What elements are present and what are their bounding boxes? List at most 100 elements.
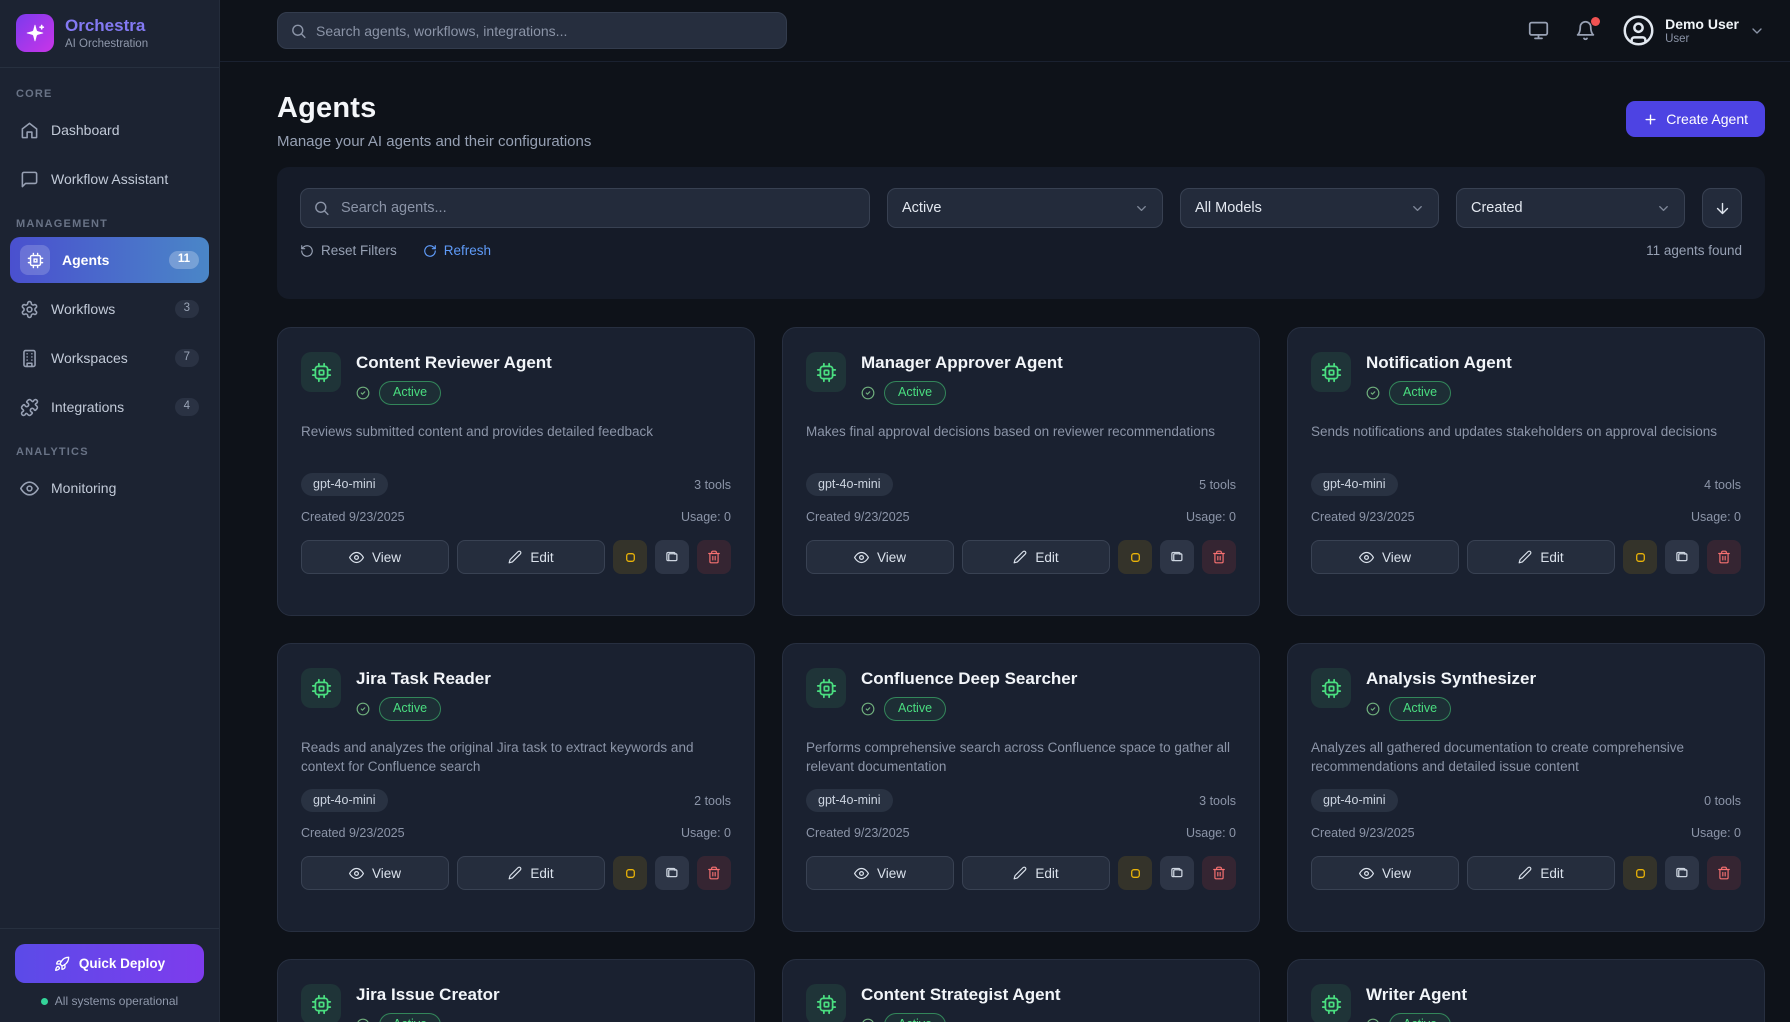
- edit-button[interactable]: Edit: [962, 540, 1110, 574]
- copy-icon: [665, 550, 680, 565]
- created-date: Created 9/23/2025: [806, 826, 910, 840]
- trash-icon: [1717, 866, 1731, 880]
- sidebar-item-agents[interactable]: Agents 11: [10, 237, 209, 283]
- deactivate-button[interactable]: [1623, 540, 1657, 574]
- deactivate-button[interactable]: [613, 856, 647, 890]
- global-search-input[interactable]: [277, 12, 787, 49]
- reset-filters-button[interactable]: Reset Filters: [300, 243, 397, 258]
- delete-button[interactable]: [1707, 540, 1741, 574]
- duplicate-button[interactable]: [1665, 540, 1699, 574]
- sidebar-item-label: Dashboard: [51, 122, 120, 138]
- create-agent-label: Create Agent: [1666, 111, 1748, 127]
- model-filter-select[interactable]: All Models: [1180, 188, 1439, 228]
- pencil-icon: [508, 550, 522, 564]
- pencil-icon: [508, 866, 522, 880]
- agent-name: Jira Task Reader: [356, 668, 491, 690]
- duplicate-button[interactable]: [655, 540, 689, 574]
- topbar: Demo User User: [220, 0, 1790, 62]
- view-button[interactable]: View: [301, 856, 449, 890]
- view-button[interactable]: View: [806, 856, 954, 890]
- agent-cpu-icon: [806, 984, 846, 1022]
- main-area: Demo User User Agents Manage your AI age…: [220, 0, 1790, 1022]
- deactivate-button[interactable]: [1623, 856, 1657, 890]
- status-badge: Active: [884, 1013, 946, 1022]
- rocket-icon: [54, 956, 70, 972]
- edit-button[interactable]: Edit: [1467, 540, 1615, 574]
- created-date: Created 9/23/2025: [1311, 510, 1415, 524]
- delete-button[interactable]: [1707, 856, 1741, 890]
- agent-cpu-icon: [806, 352, 846, 392]
- edit-button[interactable]: Edit: [962, 856, 1110, 890]
- system-status-text: All systems operational: [55, 994, 178, 1008]
- sidebar-nav: CORE Dashboard Workflow Assistant MANAGE…: [0, 68, 219, 928]
- sidebar-item-workflows[interactable]: Workflows 3: [10, 286, 209, 332]
- status-dot: [41, 998, 48, 1005]
- duplicate-button[interactable]: [1665, 856, 1699, 890]
- edit-label: Edit: [1035, 550, 1058, 565]
- duplicate-button[interactable]: [1160, 540, 1194, 574]
- stop-square-icon: [624, 867, 637, 880]
- view-label: View: [877, 866, 906, 881]
- delete-button[interactable]: [1202, 540, 1236, 574]
- copy-icon: [1170, 550, 1185, 565]
- edit-button[interactable]: Edit: [457, 856, 605, 890]
- system-status: All systems operational: [15, 994, 204, 1008]
- status-filter-select[interactable]: Active: [887, 188, 1163, 228]
- sort-filter-select[interactable]: Created: [1456, 188, 1685, 228]
- edit-button[interactable]: Edit: [1467, 856, 1615, 890]
- trash-icon: [707, 550, 721, 564]
- pencil-icon: [1518, 550, 1532, 564]
- sort-direction-button[interactable]: [1702, 188, 1742, 228]
- sidebar-item-integrations[interactable]: Integrations 4: [10, 384, 209, 430]
- content: Agents Manage your AI agents and their c…: [220, 62, 1790, 1022]
- agent-card: Jira Task Reader Active Reads and analyz…: [277, 643, 755, 932]
- tools-count: 4 tools: [1704, 478, 1741, 492]
- sort-filter-value: Created: [1471, 200, 1523, 216]
- duplicate-button[interactable]: [1160, 856, 1194, 890]
- section-label-core: CORE: [16, 88, 203, 100]
- deactivate-button[interactable]: [613, 540, 647, 574]
- tools-count: 5 tools: [1199, 478, 1236, 492]
- check-circle-icon: [356, 1018, 370, 1022]
- sidebar-item-label: Agents: [62, 252, 109, 268]
- sidebar-item-label: Integrations: [51, 399, 124, 415]
- edit-label: Edit: [530, 866, 553, 881]
- bell-icon[interactable]: [1575, 20, 1596, 41]
- created-date: Created 9/23/2025: [806, 510, 910, 524]
- agent-cpu-icon: [1311, 984, 1351, 1022]
- sidebar-item-monitoring[interactable]: Monitoring: [10, 465, 209, 511]
- view-button[interactable]: View: [1311, 540, 1459, 574]
- status-badge: Active: [884, 697, 946, 721]
- sidebar-item-label: Workflow Assistant: [51, 171, 168, 187]
- sidebar-item-dashboard[interactable]: Dashboard: [10, 107, 209, 153]
- duplicate-button[interactable]: [655, 856, 689, 890]
- deactivate-button[interactable]: [1118, 540, 1152, 574]
- check-circle-icon: [1366, 702, 1380, 716]
- quick-deploy-button[interactable]: Quick Deploy: [15, 944, 204, 983]
- view-button[interactable]: View: [301, 540, 449, 574]
- delete-button[interactable]: [697, 540, 731, 574]
- view-button[interactable]: View: [806, 540, 954, 574]
- agents-search-input[interactable]: [300, 188, 870, 228]
- sidebar-item-label: Workspaces: [51, 350, 128, 366]
- refresh-button[interactable]: Refresh: [423, 243, 491, 258]
- monitor-icon[interactable]: [1528, 20, 1549, 41]
- view-label: View: [372, 550, 401, 565]
- page-title: Agents: [277, 92, 591, 125]
- puzzle-icon: [20, 398, 39, 417]
- chevron-down-icon: [1134, 201, 1149, 216]
- agent-name: Confluence Deep Searcher: [861, 668, 1077, 690]
- create-agent-button[interactable]: Create Agent: [1626, 101, 1765, 137]
- view-button[interactable]: View: [1311, 856, 1459, 890]
- user-menu[interactable]: Demo User User: [1622, 14, 1765, 47]
- sidebar-footer: Quick Deploy All systems operational: [0, 928, 219, 1022]
- sidebar-item-workflow-assistant[interactable]: Workflow Assistant: [10, 156, 209, 202]
- sidebar-item-workspaces[interactable]: Workspaces 7: [10, 335, 209, 381]
- deactivate-button[interactable]: [1118, 856, 1152, 890]
- chevron-down-icon: [1656, 201, 1671, 216]
- status-badge: Active: [1389, 381, 1451, 405]
- edit-button[interactable]: Edit: [457, 540, 605, 574]
- delete-button[interactable]: [1202, 856, 1236, 890]
- delete-button[interactable]: [697, 856, 731, 890]
- agent-description: Performs comprehensive search across Con…: [806, 739, 1236, 778]
